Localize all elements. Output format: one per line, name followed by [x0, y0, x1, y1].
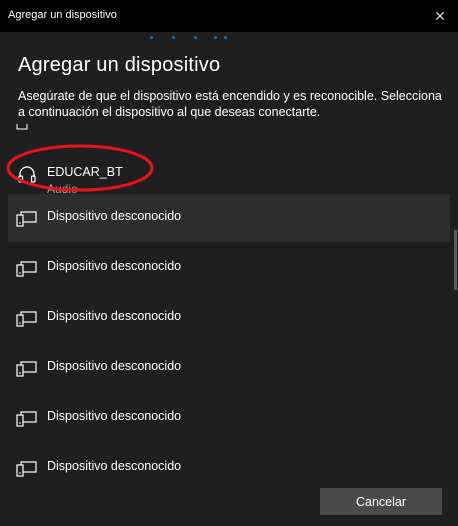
page-title: Agregar un dispositivo — [18, 54, 221, 76]
instructions-text: Asegúrate de que el dispositivo está enc… — [18, 89, 442, 119]
device-item-unknown[interactable]: Dispositivo desconocido — [8, 194, 450, 242]
close-icon: ✕ — [434, 7, 446, 24]
unknown-device-icon — [16, 311, 37, 327]
device-name: Dispositivo desconocido — [47, 359, 182, 373]
unknown-device-icon — [16, 411, 37, 427]
cancel-button[interactable]: Cancelar — [320, 488, 442, 515]
device-name: Dispositivo desconocido — [47, 309, 182, 323]
window-title: Agregar un dispositivo — [8, 9, 117, 21]
device-name: Dispositivo desconocido — [47, 459, 182, 473]
device-item-unknown[interactable]: Dispositivo desconocido — [8, 344, 450, 392]
device-item-unknown[interactable]: Dispositivo desconocido — [8, 394, 450, 442]
device-name: Dispositivo desconocido — [47, 209, 182, 223]
headphones-icon — [18, 166, 36, 183]
scroll-thumb[interactable] — [454, 230, 457, 290]
unknown-device-icon — [16, 461, 37, 477]
partial-device-icon — [16, 124, 28, 130]
footer: Cancelar — [0, 480, 458, 526]
device-name: Dispositivo desconocido — [47, 409, 182, 423]
unknown-device-icon — [16, 361, 37, 377]
close-button[interactable]: ✕ — [422, 0, 458, 32]
progress-indicator — [150, 36, 240, 42]
device-item-educar-bt[interactable]: EDUCAR_BT Audio — [8, 150, 450, 198]
unknown-device-icon — [16, 261, 37, 277]
device-name: EDUCAR_BT — [47, 165, 123, 179]
device-item-unknown[interactable]: Dispositivo desconocido — [8, 244, 450, 292]
scrollbar[interactable] — [454, 130, 457, 480]
title-bar: Agregar un dispositivo ✕ — [0, 0, 458, 32]
device-name: Dispositivo desconocido — [47, 259, 182, 273]
device-item-unknown[interactable]: Dispositivo desconocido — [8, 294, 450, 342]
device-list: EDUCAR_BT Audio Dispositivo desconocido … — [8, 124, 450, 488]
unknown-device-icon — [16, 211, 37, 227]
